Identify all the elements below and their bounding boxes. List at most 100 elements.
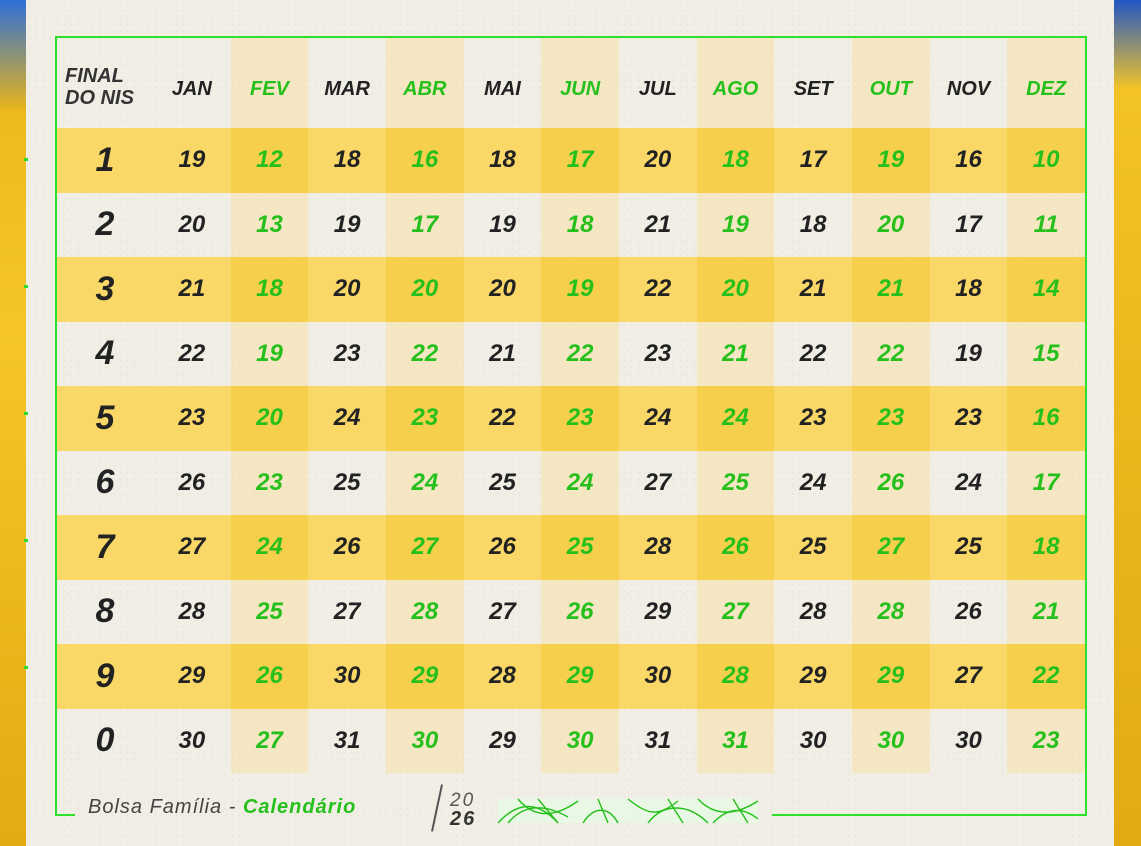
payment-day-cell: 28 — [178, 597, 206, 625]
payment-day-cell: 17 — [774, 128, 852, 193]
payment-day-cell: 16 — [1007, 386, 1085, 451]
payment-day-cell: 24 — [385, 450, 464, 515]
payment-day-cell: 26 — [851, 450, 930, 515]
footer-year-bottom: 26 — [450, 808, 477, 830]
payment-day-cell: 20 — [463, 257, 542, 322]
payment-day-cell: 28 — [385, 579, 464, 644]
payment-day-cell: 27 — [489, 597, 516, 625]
payment-day-cell: 31 — [644, 726, 672, 754]
payment-day-cell: 25 — [489, 468, 516, 496]
nis-final-digit: 3 — [57, 257, 153, 322]
payment-day-cell: 19 — [955, 339, 982, 367]
month-header: OUT — [851, 38, 930, 128]
payment-day-cell: 23 — [774, 386, 852, 451]
payment-day-cell: 25 — [696, 450, 775, 515]
payment-day-cell: 19 — [541, 257, 619, 322]
payment-day-cell: 23 — [644, 339, 672, 367]
payment-day-cell: 25 — [929, 515, 1008, 580]
payment-day-cell: 23 — [333, 339, 361, 367]
payment-day-cell: 27 — [333, 597, 361, 625]
payment-day-cell: 22 — [851, 321, 930, 386]
payment-day-cell: 22 — [178, 339, 206, 367]
payment-day-cell: 16 — [929, 128, 1008, 193]
payment-day-cell: 26 — [230, 644, 309, 709]
payment-day-cell: 27 — [851, 515, 930, 580]
payment-day-cell: 28 — [618, 515, 697, 580]
payment-day-cell: 19 — [153, 128, 231, 193]
payment-day-cell: 17 — [385, 192, 464, 257]
payment-day-cell: 22 — [1007, 644, 1085, 709]
month-header: NOV — [946, 77, 991, 100]
footer-title-accent: Calendário — [242, 796, 357, 818]
month-header: AGO — [696, 38, 775, 128]
payment-day-cell: 31 — [696, 708, 775, 773]
corner-line-2-do: DO — [65, 87, 95, 109]
month-header: JUN — [541, 38, 619, 128]
payment-day-cell: 20 — [308, 257, 386, 322]
payment-day-cell: 26 — [541, 579, 619, 644]
margin-tick — [24, 285, 28, 288]
right-decorative-strip — [1114, 0, 1141, 846]
payment-day-cell: 22 — [618, 257, 697, 322]
payment-day-cell: 26 — [696, 515, 775, 580]
payment-day-cell: 26 — [955, 597, 982, 625]
footer-title: Bolsa Família - Calendário — [88, 796, 356, 819]
payment-day-cell: 17 — [541, 128, 619, 193]
nis-final-digit: 0 — [95, 721, 115, 760]
left-decorative-strip — [0, 0, 26, 846]
frame-bottom-right-line — [772, 814, 1087, 816]
payment-day-cell: 16 — [385, 128, 464, 193]
payment-day-cell: 29 — [774, 644, 852, 709]
payment-day-cell: 17 — [955, 210, 982, 238]
payment-day-cell: 18 — [799, 210, 827, 238]
payment-day-cell: 29 — [644, 597, 672, 625]
corner-line-2: DO NIS — [65, 87, 134, 109]
payment-day-cell: 12 — [230, 128, 309, 193]
payment-day-cell: 23 — [1007, 708, 1085, 773]
payment-day-cell: 18 — [541, 192, 619, 257]
payment-day-cell: 21 — [851, 257, 930, 322]
nis-final-digit: 6 — [95, 463, 115, 502]
payment-day-cell: 14 — [1007, 257, 1085, 322]
nis-final-digit: 1 — [57, 128, 153, 193]
payment-day-cell: 18 — [929, 257, 1008, 322]
nis-final-digit: 9 — [57, 644, 153, 709]
payment-day-cell: 30 — [799, 726, 827, 754]
payment-day-cell: 28 — [696, 644, 775, 709]
month-header: DEZ — [1007, 38, 1085, 128]
nis-final-digit: 2 — [95, 205, 115, 244]
footer-title-prefix: Bolsa Família - — [88, 796, 243, 818]
margin-tick — [24, 412, 28, 415]
payment-day-cell: 18 — [230, 257, 309, 322]
payment-day-cell: 30 — [178, 726, 206, 754]
payment-day-cell: 29 — [851, 644, 930, 709]
payment-day-cell: 13 — [230, 192, 309, 257]
payment-day-cell: 27 — [153, 515, 231, 580]
payment-day-cell: 28 — [463, 644, 542, 709]
payment-day-cell: 26 — [463, 515, 542, 580]
frame-bottom-left-line — [55, 814, 75, 816]
payment-day-cell: 24 — [696, 386, 775, 451]
payment-day-cell: 22 — [799, 339, 827, 367]
payment-day-cell: 30 — [955, 726, 982, 754]
payment-day-cell: 21 — [153, 257, 231, 322]
payment-day-cell: 29 — [153, 644, 231, 709]
payment-day-cell: 11 — [1007, 192, 1085, 257]
payment-day-cell: 19 — [333, 210, 361, 238]
payment-day-cell: 20 — [696, 257, 775, 322]
leaf-ornament-icon — [498, 798, 758, 824]
payment-day-cell: 23 — [541, 386, 619, 451]
payment-day-cell: 21 — [489, 339, 516, 367]
payment-day-cell: 22 — [463, 386, 542, 451]
month-header: SET — [793, 77, 833, 100]
payment-day-cell: 20 — [851, 192, 930, 257]
payment-day-cell: 20 — [618, 128, 697, 193]
nis-final-digit: 5 — [57, 386, 153, 451]
payment-day-cell: 21 — [1007, 579, 1085, 644]
payment-day-cell: 24 — [955, 468, 982, 496]
payment-day-cell: 18 — [463, 128, 542, 193]
payment-day-cell: 20 — [230, 386, 309, 451]
payment-day-cell: 30 — [618, 644, 697, 709]
payment-day-cell: 19 — [489, 210, 516, 238]
payment-day-cell: 27 — [696, 579, 775, 644]
